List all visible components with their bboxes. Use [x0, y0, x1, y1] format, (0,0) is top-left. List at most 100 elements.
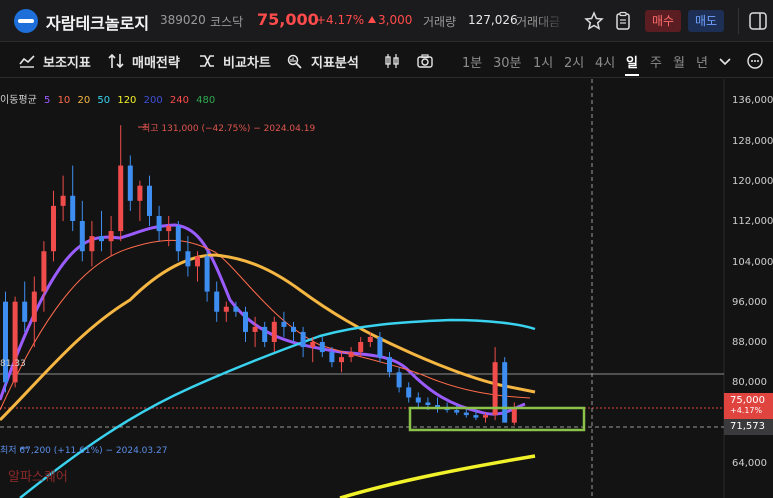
candle-body[interactable] — [415, 397, 421, 403]
ma120-line — [339, 454, 536, 498]
timeframe-week[interactable]: 주 — [650, 52, 662, 71]
candle-body[interactable] — [127, 165, 133, 201]
more-icon[interactable] — [746, 52, 764, 70]
candle-body[interactable] — [243, 311, 248, 332]
timeframe-2hour[interactable]: 2시 — [564, 52, 584, 71]
candle-body[interactable] — [425, 402, 431, 406]
timeframe-day[interactable]: 일 — [626, 52, 638, 71]
price-chart[interactable] — [0, 79, 773, 498]
candle-body[interactable] — [60, 195, 66, 206]
ma-legend[interactable]: 이동평균 5 10 20 50 120 200 240 480 — [0, 91, 219, 106]
timeframe-1hour[interactable]: 1시 — [533, 52, 553, 71]
candle-body[interactable] — [339, 357, 344, 363]
ma-200[interactable]: 200 — [144, 95, 163, 106]
candle-body[interactable] — [358, 342, 364, 353]
candle-body[interactable] — [99, 236, 104, 242]
candle-body[interactable] — [329, 352, 335, 363]
ma-10[interactable]: 10 — [58, 95, 71, 106]
candle-body[interactable] — [281, 321, 287, 327]
market-label: 코스닥 — [210, 15, 244, 29]
candle-body[interactable] — [12, 301, 18, 383]
candle-body[interactable] — [252, 326, 258, 332]
timeframe-1min[interactable]: 1분 — [462, 52, 482, 71]
candle-body[interactable] — [367, 336, 373, 342]
tool-compare[interactable]: 비교차트 — [223, 52, 271, 71]
candle-body[interactable] — [271, 321, 277, 342]
candle-body[interactable] — [204, 256, 210, 292]
strategy-icon[interactable] — [107, 52, 125, 70]
candle-body[interactable] — [185, 251, 191, 267]
candle-body[interactable] — [108, 231, 114, 242]
timeframe-month[interactable]: 월 — [673, 52, 685, 71]
volume-label: 거래량 — [423, 15, 457, 29]
candle-body[interactable] — [300, 331, 306, 348]
candle-body[interactable] — [396, 372, 402, 388]
camera-icon[interactable] — [416, 52, 434, 70]
ma-240[interactable]: 240 — [170, 95, 189, 106]
sell-button[interactable]: 매도 — [688, 10, 724, 32]
current-price-label-pct: +4.17% — [730, 406, 763, 415]
candle-body[interactable] — [387, 357, 392, 373]
buy-button[interactable]: 매수 — [645, 10, 681, 32]
candle-body[interactable] — [195, 256, 200, 267]
ma-5[interactable]: 5 — [44, 95, 50, 106]
indicator-icon[interactable] — [18, 52, 36, 70]
candle-body[interactable] — [70, 195, 76, 221]
candle-body[interactable] — [175, 226, 181, 252]
ma-50[interactable]: 50 — [97, 95, 110, 106]
candle-body[interactable] — [454, 410, 460, 413]
candle-body[interactable] — [463, 412, 469, 416]
y-tick: 112,000 — [732, 216, 773, 227]
candle-body[interactable] — [310, 342, 316, 348]
tool-analysis[interactable]: 지표분석 — [311, 52, 359, 71]
analysis-icon[interactable] — [286, 52, 304, 70]
candle-body[interactable] — [137, 185, 143, 201]
candle-body[interactable] — [147, 185, 152, 216]
timeframe-30min[interactable]: 30분 — [493, 52, 522, 71]
candle-body[interactable] — [22, 301, 28, 322]
timeframe-year[interactable]: 년 — [696, 52, 708, 71]
up-triangle-icon — [368, 16, 376, 23]
candle-body[interactable] — [89, 236, 95, 252]
candle-body[interactable] — [156, 215, 162, 232]
candle-body[interactable] — [41, 251, 47, 292]
header-divider — [738, 8, 739, 34]
candle-body[interactable] — [79, 221, 85, 252]
star-icon[interactable] — [583, 10, 605, 32]
candle-body[interactable] — [31, 291, 37, 322]
clipboard-icon[interactable] — [612, 10, 634, 32]
candle-body[interactable] — [319, 342, 325, 353]
timeframe-4hour[interactable]: 4시 — [595, 52, 615, 71]
candle-body[interactable] — [223, 306, 229, 312]
candle-body[interactable] — [214, 291, 220, 312]
panel-icon[interactable] — [747, 10, 769, 32]
candle-body[interactable] — [166, 226, 172, 232]
tool-indicator[interactable]: 보조지표 — [43, 52, 91, 71]
ma-20[interactable]: 20 — [77, 95, 90, 106]
compare-icon[interactable] — [198, 52, 216, 70]
y-tick: 128,000 — [732, 136, 773, 147]
ma-120[interactable]: 120 — [117, 95, 136, 106]
company-logo — [14, 9, 38, 33]
candle-body[interactable] — [406, 387, 412, 398]
candle-body[interactable] — [262, 326, 268, 342]
tool-strategy[interactable]: 매매전략 — [132, 52, 180, 71]
candle-body[interactable] — [502, 362, 508, 423]
candle-body[interactable] — [348, 352, 354, 358]
candle-body[interactable] — [118, 165, 124, 232]
candle-body[interactable] — [511, 407, 517, 423]
candle-icon[interactable] — [383, 52, 401, 70]
stock-name[interactable]: 자람테크놀로지 — [46, 10, 149, 34]
y-tick: 64,000 — [732, 458, 767, 469]
watermark: 알파스퀘어 — [8, 470, 68, 485]
ma-legend-label: 이동평균 — [0, 95, 37, 106]
ma-480[interactable]: 480 — [196, 95, 215, 106]
candle-body[interactable] — [483, 415, 488, 418]
chevron-down-icon[interactable] — [716, 52, 734, 70]
candle-body[interactable] — [377, 336, 383, 358]
candle-body[interactable] — [3, 301, 8, 383]
candle-body[interactable] — [51, 205, 56, 252]
candle-body[interactable] — [233, 306, 239, 312]
candle-body[interactable] — [291, 326, 296, 332]
candle-body[interactable] — [473, 415, 479, 418]
